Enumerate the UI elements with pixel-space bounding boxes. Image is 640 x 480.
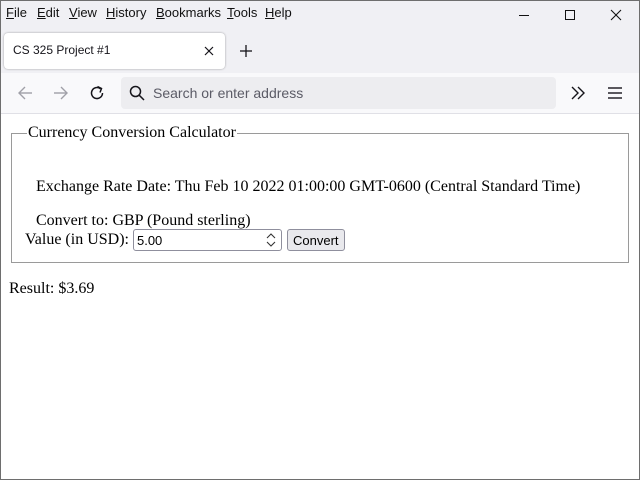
value-row: Value (in USD): Convert xyxy=(25,229,345,251)
forward-button[interactable] xyxy=(49,81,73,105)
menu-history[interactable]: History xyxy=(106,5,146,20)
menu-help[interactable]: Help xyxy=(265,5,292,20)
tab-title: CS 325 Project #1 xyxy=(13,43,111,57)
menu-file[interactable]: File xyxy=(6,5,27,20)
address-bar[interactable] xyxy=(121,77,556,109)
overflow-button[interactable] xyxy=(566,81,590,105)
tab-cs325-project[interactable]: CS 325 Project #1 xyxy=(4,33,225,69)
tab-close-button[interactable] xyxy=(201,43,217,59)
menu-history-label: istory xyxy=(115,5,147,20)
tab-strip: CS 325 Project #1 xyxy=(1,29,639,73)
new-tab-button[interactable] xyxy=(237,42,255,60)
arrow-right-icon xyxy=(54,86,68,100)
menu-edit[interactable]: Edit xyxy=(37,5,59,20)
menu-edit-label: dit xyxy=(45,5,60,20)
address-input[interactable] xyxy=(153,77,549,109)
convert-button[interactable]: Convert xyxy=(286,229,345,251)
page-content: Currency Conversion Calculator Exchange … xyxy=(1,114,639,479)
arrow-left-icon xyxy=(18,86,32,100)
minimize-icon xyxy=(519,15,529,16)
reload-button[interactable] xyxy=(85,81,109,105)
maximize-icon xyxy=(565,10,575,20)
menu-tools[interactable]: Tools xyxy=(227,5,257,20)
plus-icon xyxy=(240,45,252,57)
menu-file-accesskey: F xyxy=(6,5,14,20)
value-input[interactable] xyxy=(133,230,260,250)
menu-help-label: elp xyxy=(274,5,292,20)
back-button[interactable] xyxy=(13,81,37,105)
menu-help-accesskey: H xyxy=(265,5,275,20)
menu-bookmarks[interactable]: Bookmarks xyxy=(156,5,221,20)
menu-tools-label: ools xyxy=(233,5,258,20)
menu-view[interactable]: View xyxy=(69,5,97,20)
navigation-bar xyxy=(1,73,639,114)
menu-bookmarks-label: ookmarks xyxy=(164,5,222,20)
menu-bookmarks-accesskey: B xyxy=(156,5,165,20)
result-text: Result: $3.69 xyxy=(9,280,95,297)
exchange-rate-date: Exchange Rate Date: Thu Feb 10 2022 01:0… xyxy=(36,178,581,195)
menu-history-accesskey: H xyxy=(106,5,116,20)
minimize-button[interactable] xyxy=(501,1,547,29)
reload-icon xyxy=(90,85,104,100)
menu-edit-accesskey: E xyxy=(37,5,46,20)
menu-file-label: ile xyxy=(13,5,27,20)
double-chevron-right-icon xyxy=(571,86,585,100)
menu-bar: File Edit View History Bookmarks Tools H… xyxy=(1,1,639,29)
spinner-arrows-icon[interactable] xyxy=(265,232,277,248)
close-icon xyxy=(204,46,214,56)
close-icon xyxy=(610,9,622,21)
hamburger-icon xyxy=(608,87,622,99)
value-number-field[interactable] xyxy=(132,229,282,251)
close-window-button[interactable] xyxy=(593,1,639,29)
menu-view-label: iew xyxy=(77,5,97,20)
convert-to-label: Convert to: GBP (Pound sterling) xyxy=(36,212,251,229)
search-icon xyxy=(129,85,145,101)
maximize-button[interactable] xyxy=(547,1,593,29)
value-label: Value (in USD): xyxy=(25,231,129,248)
app-menu-button[interactable] xyxy=(603,81,627,105)
calculator-legend: Currency Conversion Calculator xyxy=(28,124,236,141)
